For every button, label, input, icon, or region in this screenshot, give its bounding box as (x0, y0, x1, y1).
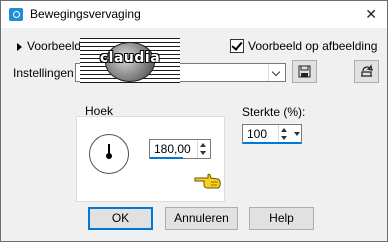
angle-dial[interactable] (89, 134, 129, 174)
reset-icon (361, 64, 373, 77)
save-preset-button[interactable] (292, 60, 317, 83)
expand-arrow-icon[interactable] (17, 43, 22, 51)
dial-knob (106, 153, 112, 159)
spin-up-icon[interactable] (281, 128, 287, 132)
close-icon[interactable]: ✕ (365, 6, 377, 23)
angle-spinbox[interactable]: 180,00 (149, 139, 211, 159)
dialog-body: Voorbeeld Voorbeeld op afbeelding Instel… (1, 28, 387, 241)
strength-value-underline (243, 142, 301, 144)
window-title: Bewegingsvervaging (30, 7, 141, 21)
spin-down-icon[interactable] (200, 151, 206, 155)
ok-button[interactable]: OK (88, 207, 153, 230)
strength-dropdown-arrow-icon[interactable] (293, 125, 301, 143)
chevron-down-icon[interactable] (268, 64, 285, 81)
preview-on-image-checkbox[interactable] (230, 39, 244, 53)
preview-on-image-label[interactable]: Voorbeeld op afbeelding (248, 39, 377, 53)
reset-button[interactable] (354, 60, 379, 83)
presets-label: Instellingen (13, 66, 74, 80)
pointing-hand-icon (194, 173, 221, 189)
title-bar: Bewegingsvervaging ✕ (1, 1, 387, 28)
spin-up-icon[interactable] (200, 143, 206, 147)
spin-down-icon[interactable] (281, 136, 287, 140)
help-button[interactable]: Help (249, 207, 314, 230)
strength-spinbox[interactable]: 100 (242, 124, 302, 144)
strength-value[interactable]: 100 (247, 127, 267, 141)
strength-spin-buttons[interactable] (278, 125, 291, 143)
strength-label: Sterkte (%): (242, 105, 306, 119)
app-icon (9, 8, 23, 21)
logo-text: claudia (99, 50, 161, 66)
dialog-window: Bewegingsvervaging ✕ Voorbeeld Voorbeeld… (0, 0, 388, 242)
preview-toggle-label[interactable]: Voorbeeld (27, 39, 81, 53)
angle-value[interactable]: 180,00 (154, 142, 191, 156)
angle-spin-buttons[interactable] (197, 140, 210, 158)
save-disk-icon (298, 65, 311, 78)
watermark-logo: claudia (80, 38, 180, 83)
angle-value-underline (150, 157, 183, 159)
cancel-button[interactable]: Annuleren (165, 207, 238, 230)
